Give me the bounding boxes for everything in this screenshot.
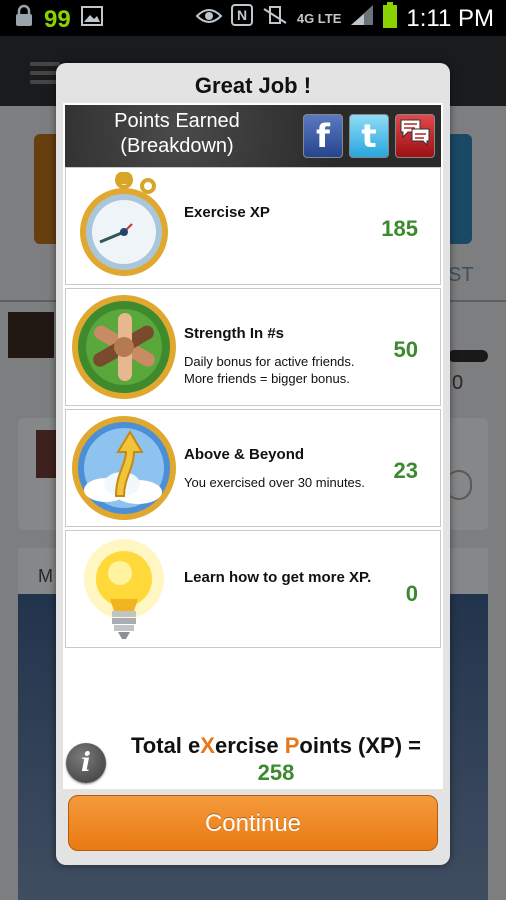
vibrate-mute-icon <box>262 5 288 33</box>
stopwatch-icon <box>70 171 178 280</box>
points-row-strength: Strength In #s Daily bonus for active fr… <box>65 288 441 406</box>
network-4g-lte-icon: 4G LTE <box>296 11 342 26</box>
row-title: Exercise XP <box>184 204 270 221</box>
arrow-up-clouds-icon <box>70 414 178 522</box>
notification-count: 99 <box>44 6 71 33</box>
speech-bubbles-icon <box>398 117 432 155</box>
total-label-part: ercise <box>214 733 285 758</box>
banner-title: Points Earned (Breakdown) <box>77 109 277 159</box>
total-label-part: oints (XP) = <box>299 733 421 758</box>
battery-icon <box>383 2 398 36</box>
comment-share-button[interactable] <box>395 114 435 158</box>
lightbulb-icon <box>70 535 178 643</box>
total-label: Total eXercise Points (XP) = <box>116 733 436 759</box>
row-description: Daily bonus for active friends. More fri… <box>184 354 355 386</box>
dialog-title: Great Job ! <box>194 73 312 98</box>
total-points-value: 258 <box>257 760 295 785</box>
eye-icon <box>195 5 223 33</box>
lock-icon <box>14 4 34 36</box>
row-title: Strength In #s <box>184 325 285 342</box>
row-points: 50 <box>393 337 418 362</box>
nfc-icon: N <box>230 4 253 34</box>
linked-hands-icon <box>70 293 178 401</box>
svg-text:N: N <box>237 7 247 23</box>
row-points: 23 <box>393 458 418 483</box>
points-breakdown: Points Earned (Breakdown) f t Exercise X… <box>63 103 443 789</box>
status-bar: 99 N 4G LTE 1:11 PM <box>0 0 506 36</box>
row-description: You exercised over 30 minutes. <box>184 475 365 490</box>
banner-title-line: Points Earned <box>114 110 240 132</box>
signal-icon <box>350 4 374 34</box>
continue-button[interactable]: Continue <box>68 795 438 851</box>
banner-title-line: (Breakdown) <box>120 135 234 157</box>
total-label-highlight: X <box>200 733 215 758</box>
twitter-share-button[interactable]: t <box>349 114 389 158</box>
info-icon[interactable]: i <box>66 743 106 783</box>
points-row-exercise: Exercise XP 185 <box>65 167 441 285</box>
total-label-highlight: P <box>284 733 300 758</box>
points-row-above-beyond: Above & Beyond You exercised over 30 min… <box>65 409 441 527</box>
facebook-icon: f <box>316 117 330 155</box>
facebook-share-button[interactable]: f <box>303 114 343 158</box>
points-banner: Points Earned (Breakdown) f t <box>65 105 441 167</box>
row-points: 185 <box>381 216 418 241</box>
row-title[interactable]: Learn how to get more XP. <box>184 569 371 586</box>
twitter-icon: t <box>361 117 377 155</box>
row-points: 0 <box>405 581 418 606</box>
clock: 1:11 PM <box>406 5 494 32</box>
image-icon <box>80 6 103 34</box>
points-dialog: Great Job ! Points Earned (Breakdown) f … <box>56 63 450 865</box>
row-title: Above & Beyond <box>184 446 305 463</box>
total-label-part: Total e <box>131 733 201 758</box>
points-row-learn-more[interactable]: Learn how to get more XP. 0 <box>65 530 441 648</box>
